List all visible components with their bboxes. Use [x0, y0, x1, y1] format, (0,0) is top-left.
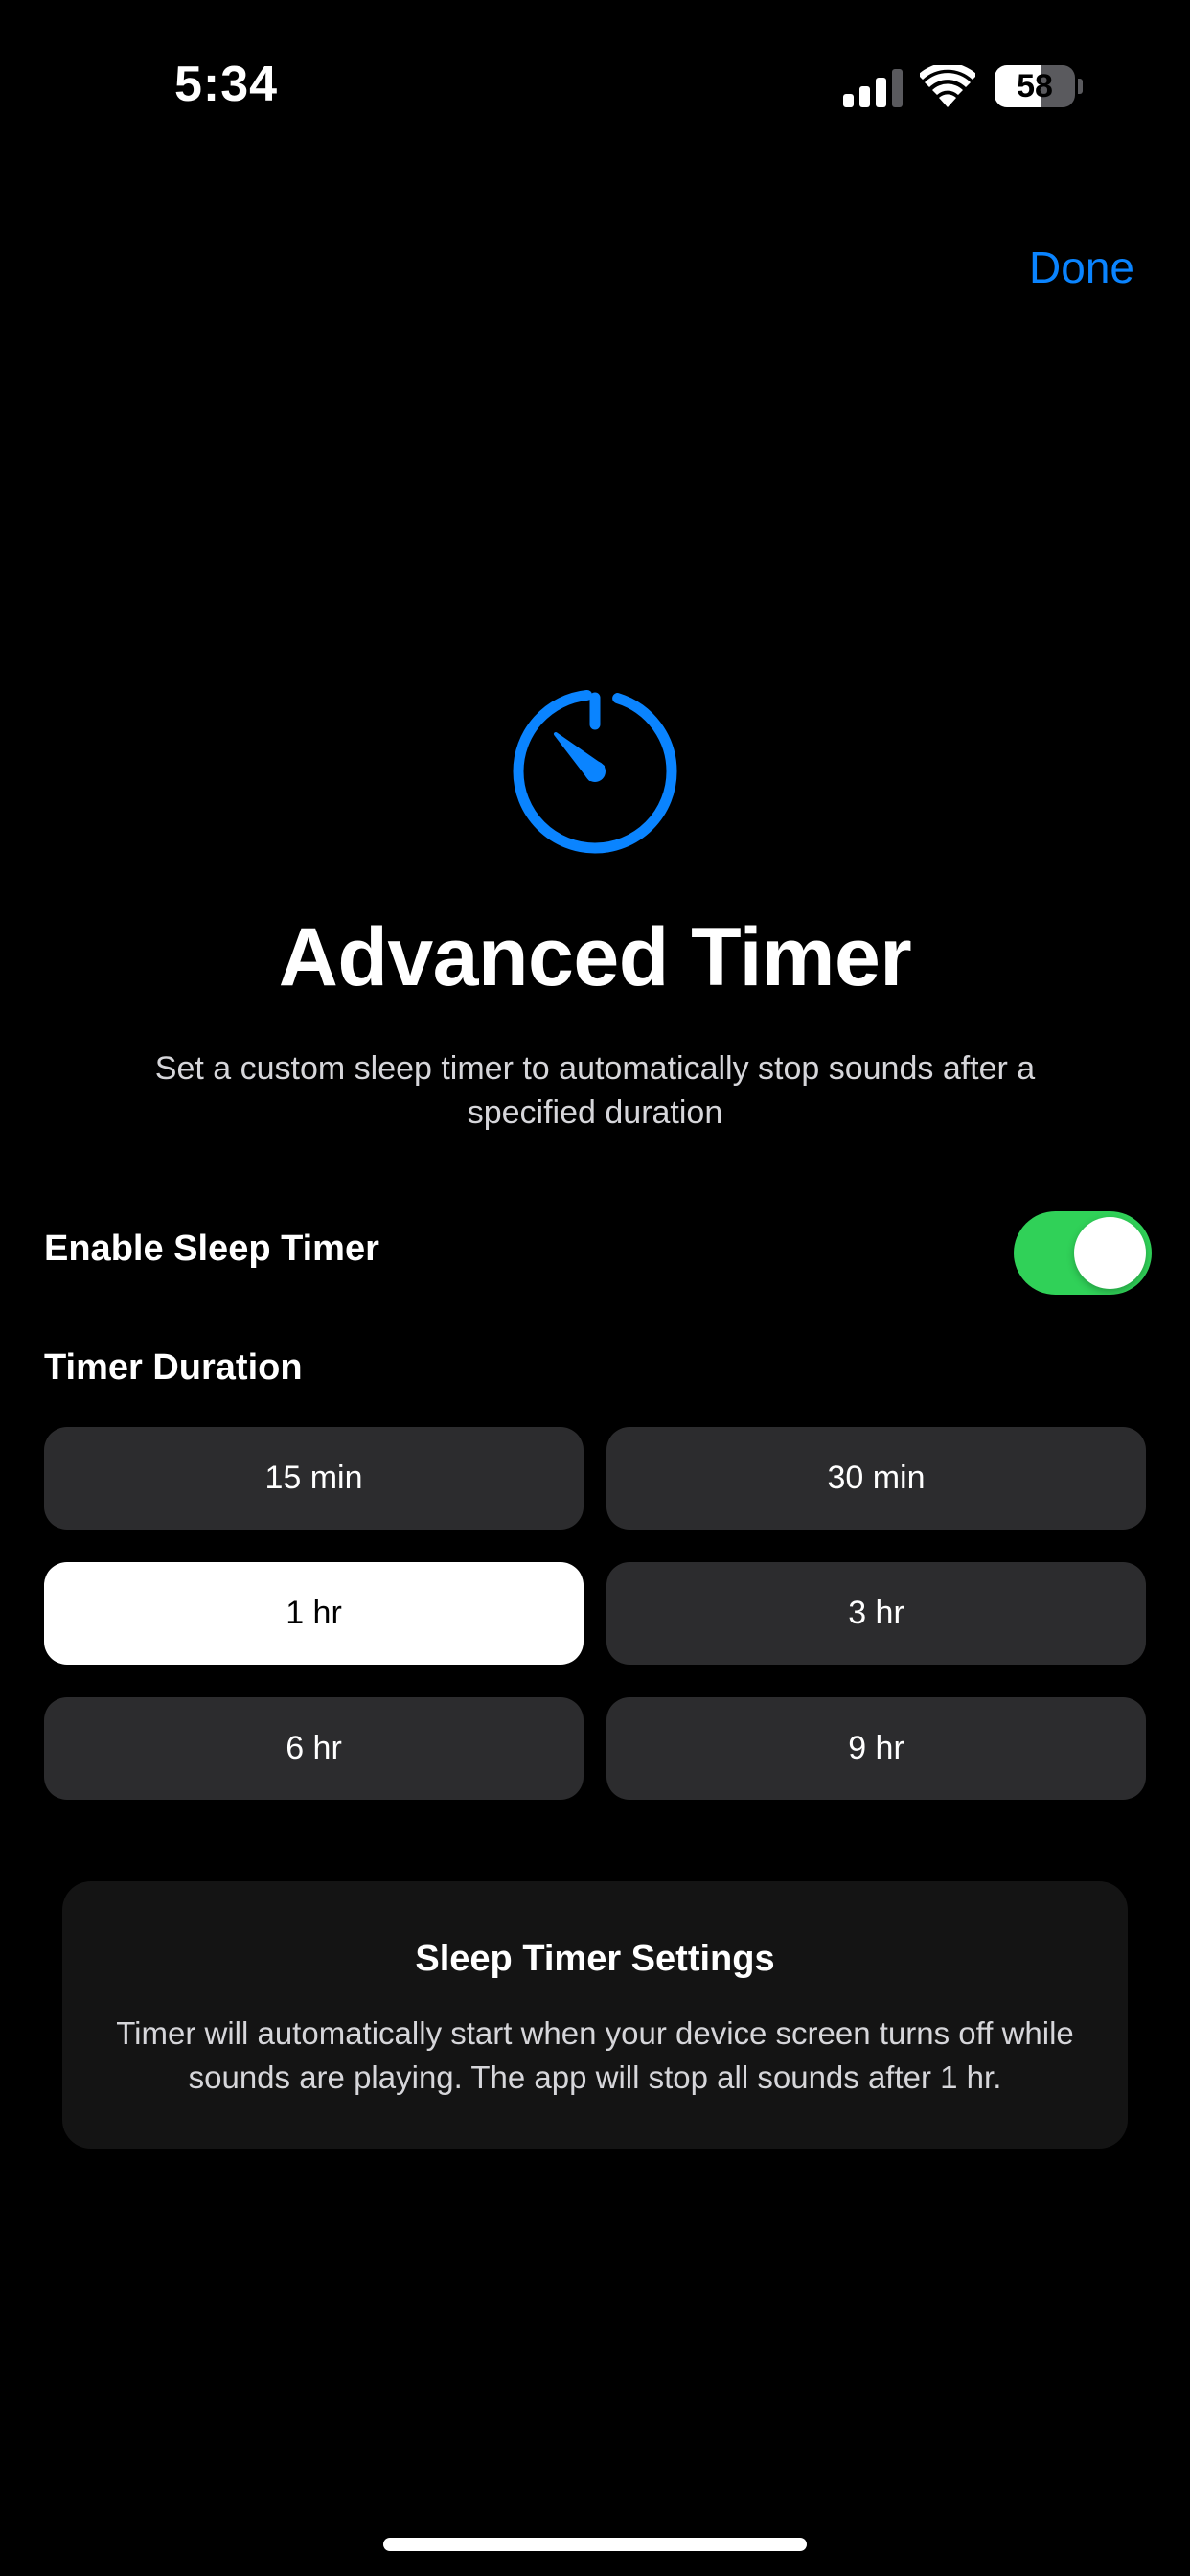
- duration-option-3-hr[interactable]: 3 hr: [606, 1562, 1146, 1665]
- duration-option-1-hr[interactable]: 1 hr: [44, 1562, 584, 1665]
- duration-option-9-hr[interactable]: 9 hr: [606, 1697, 1146, 1800]
- settings-card-body: Timer will automatically start when your…: [116, 2015, 1074, 2095]
- enable-sleep-timer-label: Enable Sleep Timer: [44, 1229, 379, 1269]
- duration-option-30-min[interactable]: 30 min: [606, 1427, 1146, 1530]
- page-title: Advanced Timer: [278, 911, 912, 1003]
- battery-tip: [1078, 79, 1083, 94]
- sleep-timer-settings-card: Sleep Timer Settings Timer will automati…: [62, 1881, 1128, 2149]
- toggle-knob: [1074, 1217, 1146, 1289]
- battery-icon: 58: [995, 65, 1083, 107]
- battery-level: 58: [1017, 68, 1053, 104]
- status-bar: 5:34 58: [0, 0, 1190, 172]
- timer-duration-heading: Timer Duration: [44, 1347, 303, 1388]
- home-indicator[interactable]: [383, 2538, 807, 2551]
- page-subtitle: Set a custom sleep timer to automaticall…: [154, 1050, 1036, 1131]
- timer-icon: [513, 689, 677, 854]
- enable-sleep-timer-toggle[interactable]: [1014, 1211, 1152, 1295]
- status-time: 5:34: [174, 57, 279, 112]
- wifi-icon: [920, 65, 975, 107]
- battery-body: 58: [995, 65, 1075, 107]
- duration-option-15-min[interactable]: 15 min: [44, 1427, 584, 1530]
- settings-card-title: Sleep Timer Settings: [415, 1939, 775, 1979]
- duration-option-6-hr[interactable]: 6 hr: [44, 1697, 584, 1800]
- signal-icon: [843, 69, 903, 107]
- duration-options: 15 min 30 min 1 hr 3 hr 6 hr 9 hr: [44, 1427, 1146, 1800]
- done-button[interactable]: Done: [1029, 242, 1134, 293]
